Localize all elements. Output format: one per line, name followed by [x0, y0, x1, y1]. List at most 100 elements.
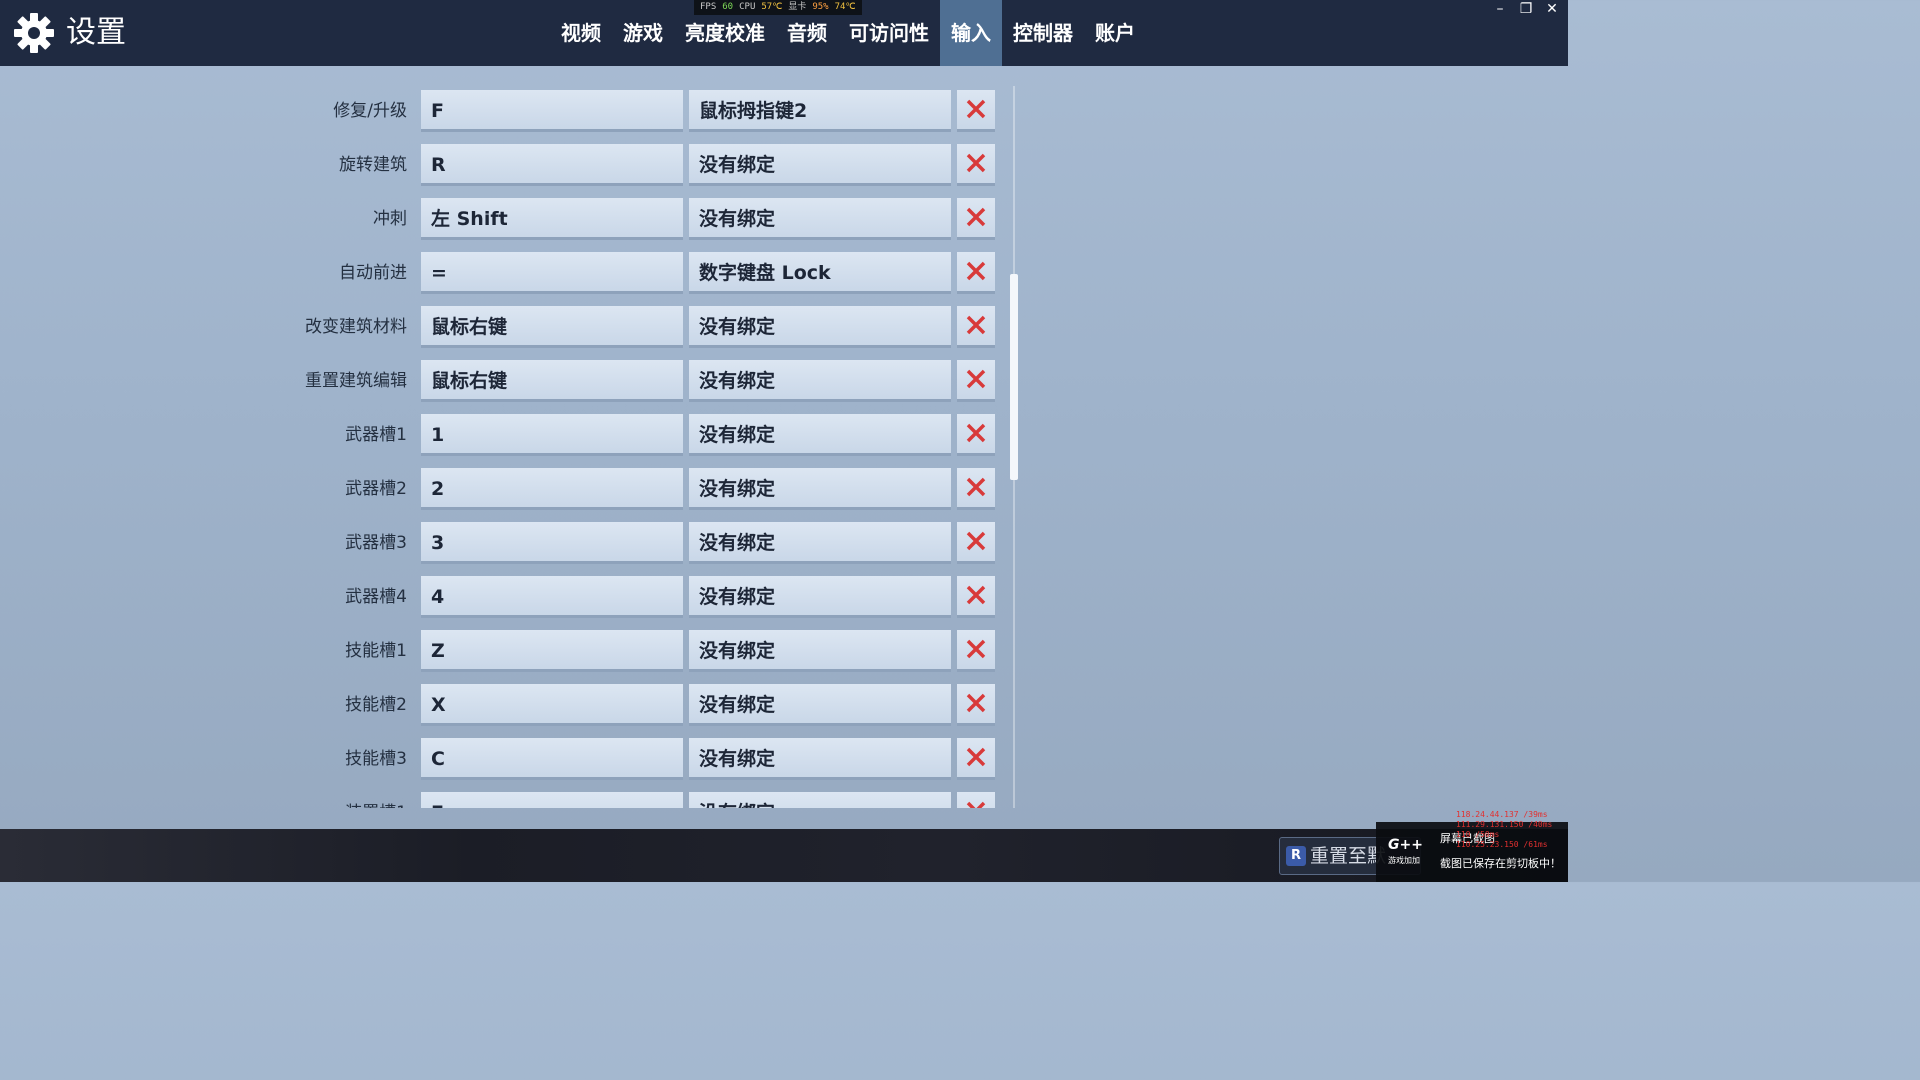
clear-binding-button[interactable] — [957, 792, 995, 808]
fps-label: FPS — [700, 2, 717, 12]
close-icon — [966, 585, 986, 605]
clear-binding-button[interactable] — [957, 414, 995, 456]
ping-entry: 110.25.23.150 /61ms — [1456, 840, 1548, 849]
binding-action-label: 装置槽1 — [345, 790, 407, 808]
primary-key-button[interactable]: 鼠标右键 — [421, 306, 683, 348]
clear-binding-button[interactable] — [957, 198, 995, 240]
secondary-key-button[interactable]: 没有绑定 — [689, 630, 951, 672]
close-icon — [966, 99, 986, 119]
secondary-key-button[interactable]: 没有绑定 — [689, 360, 951, 402]
binding-row: 装置槽1 E 没有绑定 — [0, 790, 1000, 808]
binding-row: 技能槽1 Z 没有绑定 — [0, 628, 1000, 674]
binding-row: 旋转建筑 R 没有绑定 — [0, 142, 1000, 188]
binding-action-label: 旋转建筑 — [339, 155, 407, 175]
binding-row: 技能槽3 C 没有绑定 — [0, 736, 1000, 782]
binding-row: 武器槽2 2 没有绑定 — [0, 466, 1000, 512]
keybinding-list: 修复/升级 F 鼠标拇指键2 旋转建筑 R 没有绑定 冲刺 左 Shift 没有… — [0, 86, 1000, 808]
binding-action-label: 改变建筑材料 — [305, 317, 407, 337]
binding-row: 技能槽2 X 没有绑定 — [0, 682, 1000, 728]
primary-key-button[interactable]: X — [421, 684, 683, 726]
binding-row: 冲刺 左 Shift 没有绑定 — [0, 196, 1000, 242]
binding-action-label: 冲刺 — [373, 209, 407, 229]
secondary-key-button[interactable]: 没有绑定 — [689, 576, 951, 618]
primary-key-button[interactable]: C — [421, 738, 683, 780]
close-icon — [966, 747, 986, 767]
performance-hud: FPS 60 CPU 57℃ 显卡 95% 74℃ — [694, 0, 862, 15]
binding-row: 自动前进 = 数字键盘 Lock — [0, 250, 1000, 296]
secondary-key-button[interactable]: 没有绑定 — [689, 306, 951, 348]
scrollbar-thumb[interactable] — [1010, 274, 1018, 480]
secondary-key-button[interactable]: 数字键盘 Lock — [689, 252, 951, 294]
tab-input[interactable]: 输入 — [940, 0, 1002, 66]
close-icon — [966, 531, 986, 551]
clear-binding-button[interactable] — [957, 522, 995, 564]
primary-key-button[interactable]: 左 Shift — [421, 198, 683, 240]
ping-entry: 111.29.131.150 /40ms — [1456, 820, 1553, 829]
binding-action-label: 技能槽3 — [345, 749, 407, 769]
clear-binding-button[interactable] — [957, 360, 995, 402]
gpp-logo: G++ 游戏加加 — [1388, 838, 1423, 868]
notice-message: 截图已保存在剪切板中！ — [1440, 857, 1561, 870]
primary-key-button[interactable]: E — [421, 792, 683, 808]
reset-label: 重置至默 — [1310, 845, 1387, 867]
primary-key-button[interactable]: = — [421, 252, 683, 294]
close-icon — [966, 261, 986, 281]
binding-row: 改变建筑材料 鼠标右键 没有绑定 — [0, 304, 1000, 350]
primary-key-button[interactable]: R — [421, 144, 683, 186]
close-icon — [966, 423, 986, 443]
secondary-key-button[interactable]: 鼠标拇指键2 — [689, 90, 951, 132]
tab-account[interactable]: 账户 — [1084, 0, 1146, 66]
minimize-icon[interactable]: – — [1492, 0, 1508, 18]
clear-binding-button[interactable] — [957, 684, 995, 726]
primary-key-button[interactable]: 3 — [421, 522, 683, 564]
clear-binding-button[interactable] — [957, 738, 995, 780]
secondary-key-button[interactable]: 没有绑定 — [689, 198, 951, 240]
binding-action-label: 武器槽2 — [345, 479, 407, 499]
clear-binding-button[interactable] — [957, 90, 995, 132]
secondary-key-button[interactable]: 没有绑定 — [689, 468, 951, 510]
cpu-label: CPU — [739, 2, 756, 12]
binding-action-label: 技能槽1 — [345, 641, 407, 661]
ping-list: 118.24.44.137 /39ms 111.29.131.150 /40ms… — [1456, 810, 1552, 850]
tab-game[interactable]: 游戏 — [612, 0, 674, 66]
clear-binding-button[interactable] — [957, 576, 995, 618]
clear-binding-button[interactable] — [957, 630, 995, 672]
secondary-key-button[interactable]: 没有绑定 — [689, 522, 951, 564]
binding-row: 武器槽3 3 没有绑定 — [0, 520, 1000, 566]
binding-action-label: 武器槽1 — [345, 425, 407, 445]
brand-subtitle: 游戏加加 — [1388, 856, 1420, 865]
close-icon — [966, 801, 986, 808]
ping-entry: 110 /50ms — [1456, 830, 1500, 839]
r-key-icon: R — [1286, 846, 1306, 866]
gear-icon — [14, 13, 54, 53]
secondary-key-button[interactable]: 没有绑定 — [689, 684, 951, 726]
close-icon — [966, 693, 986, 713]
restore-icon[interactable]: ❐ — [1518, 0, 1534, 18]
primary-key-button[interactable]: Z — [421, 630, 683, 672]
primary-key-button[interactable]: 4 — [421, 576, 683, 618]
secondary-key-button[interactable]: 没有绑定 — [689, 738, 951, 780]
secondary-key-button[interactable]: 没有绑定 — [689, 144, 951, 186]
close-icon — [966, 153, 986, 173]
binding-action-label: 武器槽4 — [345, 587, 407, 607]
primary-key-button[interactable]: 2 — [421, 468, 683, 510]
fps-value: 60 — [722, 2, 734, 12]
binding-row: 重置建筑编辑 鼠标右键 没有绑定 — [0, 358, 1000, 404]
binding-action-label: 自动前进 — [339, 263, 407, 283]
binding-row: 修复/升级 F 鼠标拇指键2 — [0, 88, 1000, 134]
primary-key-button[interactable]: 1 — [421, 414, 683, 456]
top-bar: 设置 视频 游戏 亮度校准 音频 可访问性 输入 控制器 账户 FPS 60 C… — [0, 0, 1568, 66]
clear-binding-button[interactable] — [957, 306, 995, 348]
primary-key-button[interactable]: F — [421, 90, 683, 132]
primary-key-button[interactable]: 鼠标右键 — [421, 360, 683, 402]
window-controls: – ❐ ✕ — [1492, 0, 1560, 18]
close-icon — [966, 315, 986, 335]
close-icon[interactable]: ✕ — [1544, 0, 1560, 18]
clear-binding-button[interactable] — [957, 468, 995, 510]
clear-binding-button[interactable] — [957, 252, 995, 294]
secondary-key-button[interactable]: 没有绑定 — [689, 414, 951, 456]
tab-controller[interactable]: 控制器 — [1002, 0, 1084, 66]
clear-binding-button[interactable] — [957, 144, 995, 186]
tab-video[interactable]: 视频 — [550, 0, 612, 66]
secondary-key-button[interactable]: 没有绑定 — [689, 792, 951, 808]
